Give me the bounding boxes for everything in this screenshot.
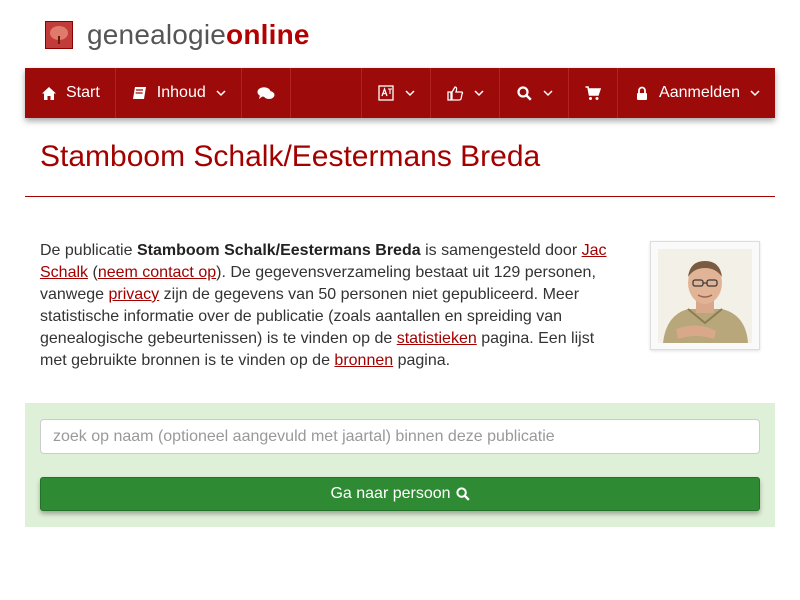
chevron-down-icon	[405, 89, 415, 97]
site-logo[interactable]: genealogieonline	[45, 18, 310, 52]
nav-search[interactable]	[500, 68, 570, 118]
thumbs-up-icon	[446, 84, 464, 102]
nav-start-label: Start	[66, 84, 100, 101]
site-name-part1: genealogie	[87, 19, 227, 50]
nav-inhoud-label: Inhoud	[156, 84, 206, 101]
statistics-link[interactable]: statistieken	[397, 330, 477, 347]
nav-aanmelden-label: Aanmelden	[659, 84, 740, 101]
intro-text: is samengesteld door	[420, 242, 582, 259]
chevron-down-icon	[474, 89, 484, 97]
search-panel: Ga naar persoon	[25, 403, 775, 527]
search-icon	[455, 487, 470, 501]
go-to-person-label: Ga naar persoon	[330, 485, 451, 502]
go-to-person-button[interactable]: Ga naar persoon	[40, 477, 760, 511]
nav-start[interactable]: Start	[25, 68, 116, 118]
book-icon	[131, 84, 149, 102]
lock-icon	[633, 84, 651, 102]
nav-chat[interactable]	[242, 68, 291, 118]
chevron-down-icon	[750, 89, 760, 97]
chevron-down-icon	[216, 89, 226, 97]
intro-text: (	[88, 264, 98, 281]
comments-icon	[257, 84, 275, 102]
nav-shop[interactable]	[569, 68, 619, 118]
shopping-cart-icon	[584, 84, 602, 102]
author-photo	[658, 248, 752, 343]
tree-icon	[45, 21, 73, 49]
title-divider	[25, 196, 775, 197]
sources-link[interactable]: bronnen	[334, 352, 393, 369]
contact-link[interactable]: neem contact op	[98, 264, 216, 281]
author-photo-frame[interactable]	[650, 241, 760, 350]
nav-thumbs[interactable]	[431, 68, 501, 118]
intro-text: De publicatie	[40, 242, 137, 259]
site-name: genealogieonline	[87, 19, 310, 51]
publication-name: Stamboom Schalk/Eestermans Breda	[136, 242, 421, 259]
privacy-link[interactable]: privacy	[109, 286, 160, 303]
site-name-part2: online	[226, 19, 310, 50]
chevron-down-icon	[543, 89, 553, 97]
publication-description: De publicatie Stamboom Schalk/Eestermans…	[40, 240, 620, 372]
page-title: Stamboom Schalk/Eestermans Breda	[40, 140, 541, 173]
nav-language[interactable]	[362, 68, 432, 118]
home-icon	[40, 84, 58, 102]
nav-inhoud[interactable]: Inhoud	[116, 68, 242, 118]
main-navbar: Start Inhoud Aanmelden	[25, 68, 775, 118]
nav-spacer	[291, 68, 363, 118]
search-icon	[515, 84, 533, 102]
language-icon	[377, 84, 395, 102]
intro-text: pagina.	[393, 352, 451, 369]
person-search-input[interactable]	[40, 419, 760, 454]
nav-aanmelden[interactable]: Aanmelden	[618, 68, 775, 118]
